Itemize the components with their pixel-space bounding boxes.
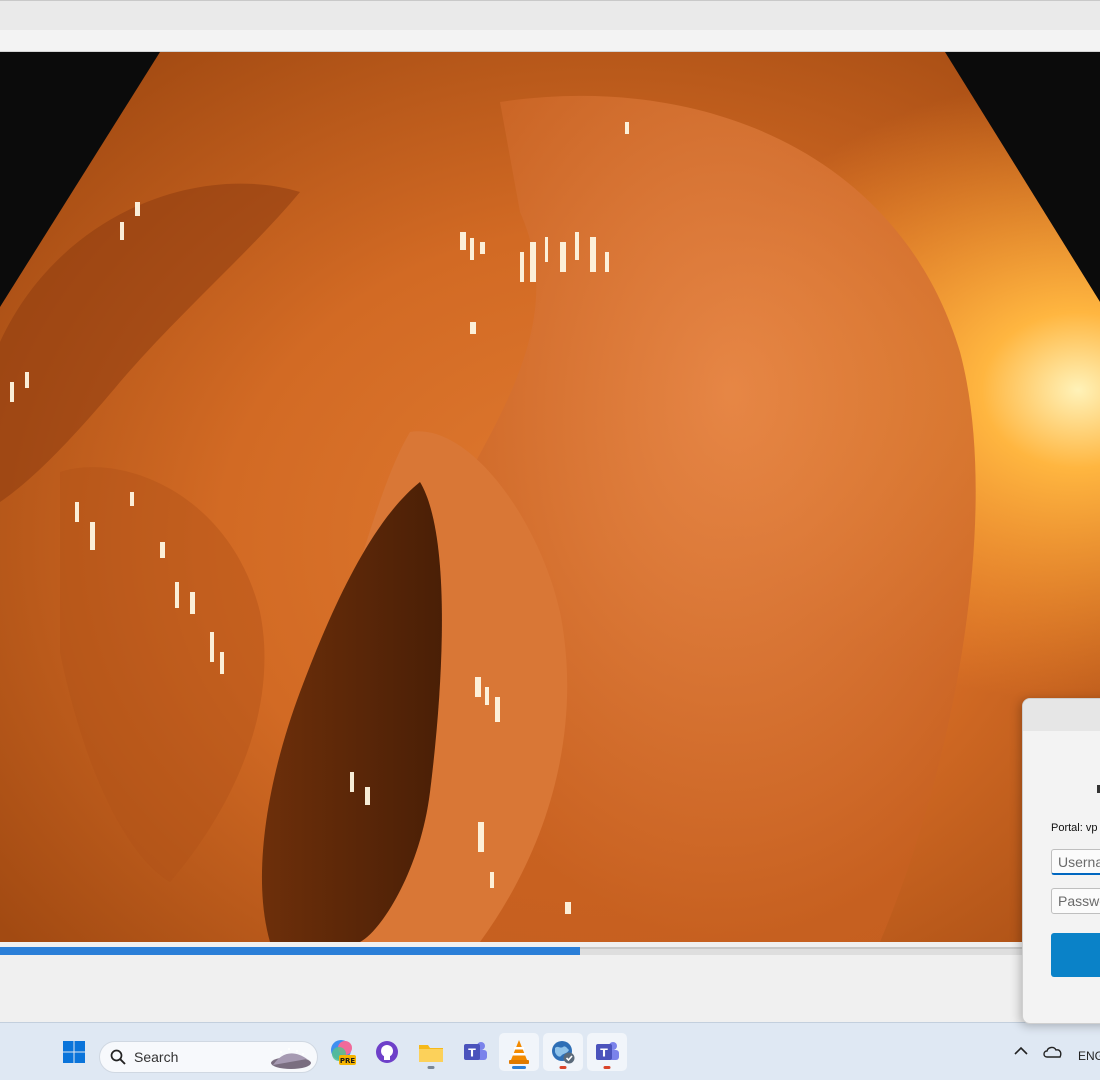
username-input[interactable]: Userna [1051,849,1100,875]
window-title-bar [0,0,1100,30]
windows-start-icon[interactable] [54,1033,94,1071]
dialog-title-bar[interactable] [1023,699,1100,731]
portal-label: Portal: vp [1051,822,1098,834]
svg-text:T: T [468,1047,476,1060]
search-highlight-icon [267,1045,311,1069]
teams-icon[interactable]: T [455,1033,495,1071]
svg-text:T: T [600,1047,608,1060]
copilot-pre-icon[interactable]: PRE [323,1033,363,1071]
password-input[interactable]: Passwo [1051,888,1100,914]
svg-text:PRE: PRE [340,1057,356,1065]
search-icon [110,1049,126,1065]
show-hidden-icons-chevron-icon[interactable] [1012,1043,1030,1061]
seek-bar-progress [0,947,580,955]
vlc-icon[interactable] [499,1033,539,1071]
connect-button[interactable] [1051,933,1100,977]
file-explorer-icon[interactable] [411,1033,451,1071]
vpn-globe-icon[interactable] [543,1033,583,1071]
vpn-login-dialog: Portal: vp Userna Passwo [1022,698,1100,1024]
language-indicator[interactable]: ENG [1078,1049,1100,1063]
seek-bar[interactable] [0,947,1100,955]
menu-bar [0,30,1100,52]
github-icon[interactable] [367,1033,407,1071]
search-placeholder: Search [134,1049,179,1065]
video-frame[interactable] [0,52,1100,942]
onedrive-cloud-icon[interactable] [1042,1043,1064,1061]
taskbar-search[interactable]: Search [99,1041,318,1073]
endoscopy-image [0,52,1100,942]
teams-icon[interactable]: T [587,1033,627,1071]
player-controls [0,942,1100,1022]
